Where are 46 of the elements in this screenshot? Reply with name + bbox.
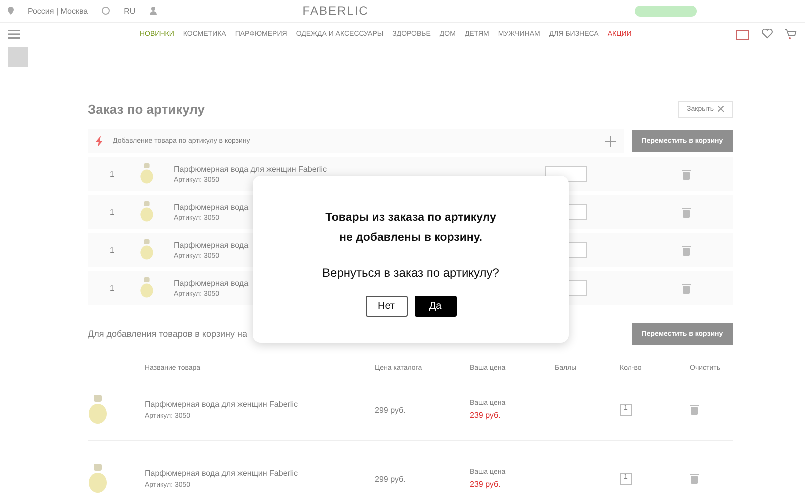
logo[interactable]: FABERLIC xyxy=(302,4,369,18)
lightning-icon xyxy=(96,136,103,146)
perfume-bottle-icon xyxy=(88,394,108,426)
globe-icon xyxy=(102,7,110,15)
row-number: 1 xyxy=(110,208,116,216)
page-title: Заказ по артикулу xyxy=(88,102,205,116)
cart-icon[interactable] xyxy=(785,28,797,40)
product-name: Парфюмерная вода xyxy=(174,240,249,250)
product-name: Парфюмерная вода xyxy=(174,202,249,212)
your-price: 239 руб. xyxy=(470,411,501,420)
user-icon xyxy=(150,7,157,15)
trash-icon[interactable] xyxy=(690,404,699,414)
dialog-button[interactable]: Нет xyxy=(366,296,408,317)
your-price: 239 руб. xyxy=(470,480,501,489)
plus-icon[interactable] xyxy=(605,136,616,146)
catalog-price: 299 руб. xyxy=(375,474,407,484)
product-name: Парфюмерная вода xyxy=(174,278,249,288)
row-number: 1 xyxy=(110,246,116,254)
perfume-bottle-icon xyxy=(140,239,154,261)
perfume-bottle-icon xyxy=(140,277,154,299)
perfume-bottle-icon xyxy=(88,463,108,495)
product-name: Парфюмерная вода для женщин Faberlic xyxy=(145,400,298,409)
language-selector[interactable]: RU xyxy=(124,6,136,16)
close-icon xyxy=(718,106,724,112)
trash-icon[interactable] xyxy=(682,282,691,294)
dialog-button[interactable]: Да xyxy=(414,296,456,317)
row-number: 1 xyxy=(110,284,116,292)
product-name: Парфюмерная вода для женщин Faberlic xyxy=(174,164,327,174)
location-pin-icon xyxy=(8,7,14,15)
menu-icon[interactable] xyxy=(8,30,20,38)
trash-icon[interactable] xyxy=(682,244,691,256)
status-pill xyxy=(634,6,697,16)
trash-icon[interactable] xyxy=(690,472,699,484)
dialog-title: Товары из заказа по артикулу не добавлены в корзину. xyxy=(326,211,496,246)
trash-icon[interactable] xyxy=(682,206,691,218)
product-name: Парфюмерная вода для женщин Faberlic xyxy=(145,469,298,478)
trash-icon[interactable] xyxy=(682,168,691,180)
cart-note: Для добавления товаров в корзину на xyxy=(88,329,248,339)
catalog-price: 299 руб. xyxy=(375,406,407,414)
location-link[interactable]: Россия | Москва xyxy=(28,6,88,16)
dialog-question: Вернуться в заказ по артикулу? xyxy=(322,266,500,280)
perfume-bottle-icon xyxy=(140,201,154,223)
side-tab[interactable] xyxy=(8,47,28,67)
heart-icon[interactable] xyxy=(762,28,773,38)
perfume-bottle-icon xyxy=(140,163,154,185)
row-number: 1 xyxy=(110,170,116,178)
